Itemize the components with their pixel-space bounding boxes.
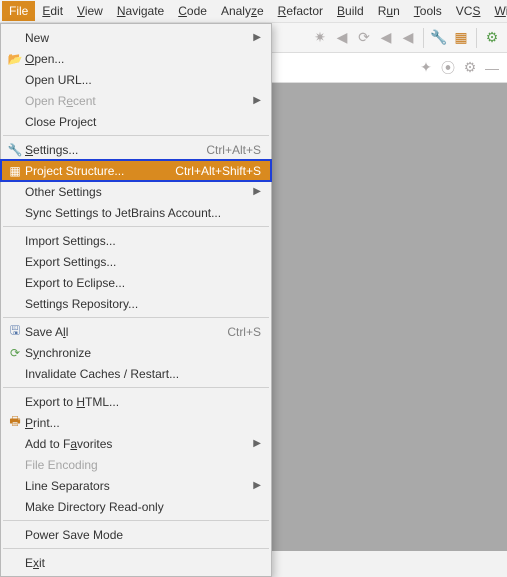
menu-navigate[interactable]: Navigate [110, 1, 171, 21]
submenu-arrow-icon: ▶ [253, 95, 261, 106]
menu-item-settings[interactable]: 🔧 Settings... Ctrl+Alt+S [1, 139, 271, 160]
menu-item-power-save[interactable]: Power Save Mode [1, 524, 271, 545]
menubar: File Edit View Navigate Code Analyze Ref… [0, 0, 507, 23]
attach-icon[interactable]: ◀ [399, 29, 417, 47]
rerun-icon[interactable]: ⟳ [355, 29, 373, 47]
stop-icon[interactable]: ◀ [377, 29, 395, 47]
save-all-icon: 🖫 [5, 321, 25, 342]
structure-toolbar-icon[interactable]: ▦ [452, 29, 470, 47]
folder-open-icon: 📂 [5, 52, 25, 66]
run-arrow-icon[interactable]: ◀ [333, 29, 351, 47]
menu-code[interactable]: Code [171, 1, 214, 21]
menu-item-invalidate[interactable]: Invalidate Caches / Restart... [1, 363, 271, 384]
menu-item-export-settings[interactable]: Export Settings... [1, 251, 271, 272]
menu-item-export-html[interactable]: Export to HTML... [1, 391, 271, 412]
gear-small-icon[interactable]: ⚙ [461, 59, 479, 77]
menu-item-settings-repo[interactable]: Settings Repository... [1, 293, 271, 314]
submenu-arrow-icon: ▶ [253, 32, 261, 43]
wrench-icon[interactable]: 🔧 [430, 29, 448, 47]
menu-item-add-favorites[interactable]: Add to Favorites ▶ [1, 433, 271, 454]
menu-file[interactable]: File [2, 1, 35, 21]
file-menu-dropdown: New ▶ 📂 Open... Open URL... Open Recent … [0, 23, 272, 577]
menu-item-project-structure[interactable]: ▦ Project Structure... Ctrl+Alt+Shift+S [1, 160, 271, 181]
menu-item-sync-settings[interactable]: Sync Settings to JetBrains Account... [1, 202, 271, 223]
shortcut-text: Ctrl+S [227, 325, 261, 339]
toolbar-separator [476, 28, 477, 48]
menu-item-new[interactable]: New ▶ [1, 27, 271, 48]
menu-run[interactable]: Run [371, 1, 407, 21]
target-icon[interactable]: ⦿ [439, 59, 457, 77]
collapse-icon[interactable]: — [483, 59, 501, 77]
submenu-arrow-icon: ▶ [253, 438, 261, 449]
print-icon: 🖶 [5, 412, 25, 433]
shortcut-text: Ctrl+Alt+Shift+S [175, 164, 261, 178]
menu-item-import-settings[interactable]: Import Settings... [1, 230, 271, 251]
menu-separator [3, 317, 269, 318]
project-structure-icon: ▦ [5, 164, 25, 178]
menu-vcs[interactable]: VCS [449, 1, 488, 21]
menu-item-print[interactable]: 🖶 Print... [1, 412, 271, 433]
menu-item-exit[interactable]: Exit [1, 552, 271, 573]
menu-item-save-all[interactable]: 🖫 Save All Ctrl+S [1, 321, 271, 342]
menu-separator [3, 226, 269, 227]
menu-item-synchronize[interactable]: ⟳ Synchronize [1, 342, 271, 363]
menu-item-close-project[interactable]: Close Project [1, 111, 271, 132]
menu-tools[interactable]: Tools [407, 1, 449, 21]
sync-icon: ⟳ [5, 346, 25, 360]
ant-icon[interactable]: ⚙ [483, 29, 501, 47]
menu-refactor[interactable]: Refactor [271, 1, 330, 21]
shortcut-text: Ctrl+Alt+S [206, 143, 261, 157]
submenu-arrow-icon: ▶ [253, 480, 261, 491]
menu-item-other-settings[interactable]: Other Settings ▶ [1, 181, 271, 202]
menu-item-readonly[interactable]: Make Directory Read-only [1, 496, 271, 517]
bug-icon[interactable]: ✷ [311, 29, 329, 47]
menu-build[interactable]: Build [330, 1, 371, 21]
menu-separator [3, 135, 269, 136]
submenu-arrow-icon: ▶ [253, 186, 261, 197]
menu-view[interactable]: View [70, 1, 110, 21]
menu-item-line-separators[interactable]: Line Separators ▶ [1, 475, 271, 496]
menu-edit[interactable]: Edit [35, 1, 70, 21]
menu-item-file-encoding[interactable]: File Encoding [1, 454, 271, 475]
menu-separator [3, 387, 269, 388]
menu-analyze[interactable]: Analyze [214, 1, 271, 21]
menu-item-export-eclipse[interactable]: Export to Eclipse... [1, 272, 271, 293]
menu-separator [3, 520, 269, 521]
gear-icon: 🔧 [5, 143, 25, 157]
menu-item-open-url[interactable]: Open URL... [1, 69, 271, 90]
toolbar-separator [423, 28, 424, 48]
menu-window[interactable]: Wi [487, 1, 507, 21]
magic-icon[interactable]: ✦ [417, 59, 435, 77]
menu-item-open[interactable]: 📂 Open... [1, 48, 271, 69]
menu-item-open-recent[interactable]: Open Recent ▶ [1, 90, 271, 111]
menu-separator [3, 548, 269, 549]
